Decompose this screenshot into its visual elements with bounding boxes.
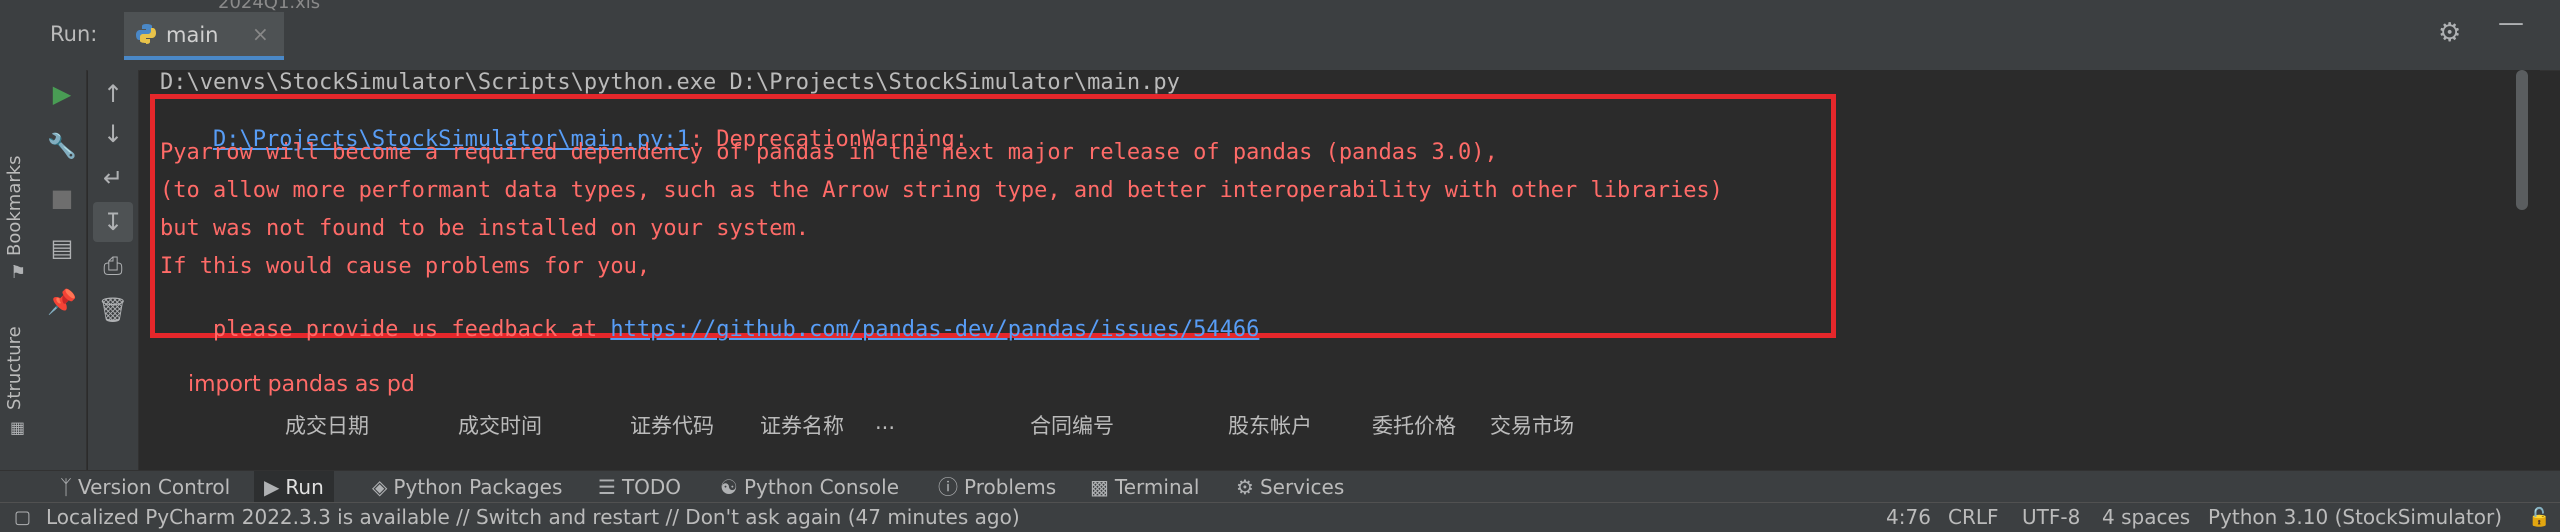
branch-icon: ᛉ xyxy=(60,475,72,499)
python-icon xyxy=(136,24,156,44)
tab-python-console[interactable]: ☯ Python Console xyxy=(710,471,909,503)
pin-icon[interactable]: 📌 xyxy=(42,282,82,322)
warning-line: (to allow more performant data types, su… xyxy=(160,178,1723,203)
tab-label: Problems xyxy=(964,475,1057,499)
import-line: import pandas as pd xyxy=(188,372,415,397)
table-header-cell: 股东帐户 xyxy=(1228,414,1312,438)
caret-position[interactable]: 4:76 xyxy=(1886,503,1931,532)
table-header-cell: 成交日期 xyxy=(285,414,369,438)
command-line: D:\venvs\StockSimulator\Scripts\python.e… xyxy=(160,70,1180,95)
console-scrollbar[interactable] xyxy=(2510,70,2540,470)
tab-label: Version Control xyxy=(78,475,231,499)
packages-icon: ◈ xyxy=(372,475,388,499)
close-icon[interactable]: × xyxy=(252,22,269,46)
python-console-icon: ☯ xyxy=(720,475,738,499)
scroll-to-end-icon[interactable]: ↧ xyxy=(93,202,133,242)
table-header-cell: 合同编号 xyxy=(1030,414,1114,438)
structure-label: Structure xyxy=(4,326,25,410)
tab-label: TODO xyxy=(621,475,682,499)
stop-icon[interactable]: ■ xyxy=(42,178,82,218)
run-icon: ▶ xyxy=(264,475,280,499)
warning-line: If this would cause problems for you, xyxy=(160,254,651,279)
tab-problems[interactable]: ⓘ Problems xyxy=(928,471,1066,503)
tab-todo[interactable]: ☰ TODO xyxy=(588,471,691,503)
tab-run[interactable]: ▶ Run xyxy=(254,471,334,503)
tab-main[interactable]: main × xyxy=(124,12,284,60)
python-interpreter[interactable]: Python 3.10 (StockSimulator) xyxy=(2208,503,2502,532)
bookmarks-label: Bookmarks xyxy=(4,155,25,256)
indent-setting[interactable]: 4 spaces xyxy=(2102,503,2190,532)
todo-icon: ☰ xyxy=(598,475,616,499)
structure-tab[interactable]: Structure ▦ xyxy=(0,310,38,450)
terminal-icon: ▩ xyxy=(1090,475,1109,499)
trash-icon[interactable]: 🗑 xyxy=(93,290,133,330)
table-header-cell: 交易市场 xyxy=(1490,414,1574,438)
feedback-prefix: please provide us feedback at xyxy=(212,317,611,342)
structure-icon: ▦ xyxy=(10,418,26,437)
print-icon[interactable]: ⎙ xyxy=(93,246,133,286)
tab-services[interactable]: ⚙ Services xyxy=(1226,471,1354,503)
services-icon: ⚙ xyxy=(1236,475,1254,499)
tab-main-label: main xyxy=(166,23,219,47)
console-output[interactable]: D:\venvs\StockSimulator\Scripts\python.e… xyxy=(140,70,2510,470)
console-actions-toolbar: ↑ ↓ ↵ ↧ ⎙ 🗑 xyxy=(88,70,139,470)
wrench-icon[interactable]: 🔧 xyxy=(42,126,82,166)
bookmarks-tab[interactable]: Bookmarks ⚑ xyxy=(0,130,38,283)
scrollbar-thumb[interactable] xyxy=(2516,70,2528,210)
notification-icon[interactable]: ▢ xyxy=(14,503,31,532)
run-label: Run: xyxy=(50,22,98,46)
warning-line: Pyarrow will become a required dependenc… xyxy=(160,140,1498,165)
tab-version-control[interactable]: ᛉ Version Control xyxy=(50,471,240,503)
file-encoding[interactable]: UTF-8 xyxy=(2022,503,2080,532)
table-header-cell: ... xyxy=(875,410,896,434)
arrow-down-icon[interactable]: ↓ xyxy=(93,114,133,154)
left-tool-strip: Bookmarks ⚑ Structure ▦ xyxy=(0,0,39,470)
bookmark-icon: ⚑ xyxy=(10,262,27,283)
table-header-cell: 成交时间 xyxy=(458,414,542,438)
line-separator[interactable]: CRLF xyxy=(1948,503,1999,532)
arrow-up-icon[interactable]: ↑ xyxy=(93,74,133,114)
tab-label: Terminal xyxy=(1114,475,1200,499)
tab-label: Python Packages xyxy=(393,475,563,499)
table-header-cell: 证券代码 xyxy=(630,414,714,438)
warning-line: but was not found to be installed on you… xyxy=(160,216,810,241)
minimize-icon[interactable]: — xyxy=(2498,8,2524,38)
status-message[interactable]: Localized PyCharm 2022.3.3 is available … xyxy=(46,503,1020,532)
feedback-line: please provide us feedback at https://gi… xyxy=(160,292,1259,367)
tab-python-packages[interactable]: ◈ Python Packages xyxy=(362,471,572,503)
problems-icon: ⓘ xyxy=(938,475,958,499)
tab-terminal[interactable]: ▩ Terminal xyxy=(1080,471,1209,503)
table-header-cell: 委托价格 xyxy=(1372,414,1456,438)
soft-wrap-icon[interactable]: ↵ xyxy=(93,158,133,198)
tab-label: Services xyxy=(1259,475,1345,499)
gear-icon[interactable]: ⚙ xyxy=(2438,18,2461,48)
tab-label: Python Console xyxy=(743,475,900,499)
run-actions-toolbar: ▶ 🔧 ■ ▤ 📌 xyxy=(38,70,87,470)
tool-window-bar: ᛉ Version Control ▶ Run ◈ Python Packages ☰… xyxy=(0,470,2560,503)
rerun-icon[interactable]: ▶ xyxy=(42,74,82,114)
table-header-cell: 证券名称 xyxy=(760,414,844,438)
layout-icon[interactable]: ▤ xyxy=(42,228,82,268)
tab-label: Run xyxy=(285,475,324,499)
run-header: 2024Q1.xls Run: main × ⚙ — xyxy=(38,0,2560,71)
lock-icon[interactable]: 🔓 xyxy=(2528,503,2550,532)
feedback-link[interactable]: https://github.com/pandas-dev/pandas/iss… xyxy=(610,317,1259,342)
status-bar: ▢ Localized PyCharm 2022.3.3 is availabl… xyxy=(0,502,2560,532)
